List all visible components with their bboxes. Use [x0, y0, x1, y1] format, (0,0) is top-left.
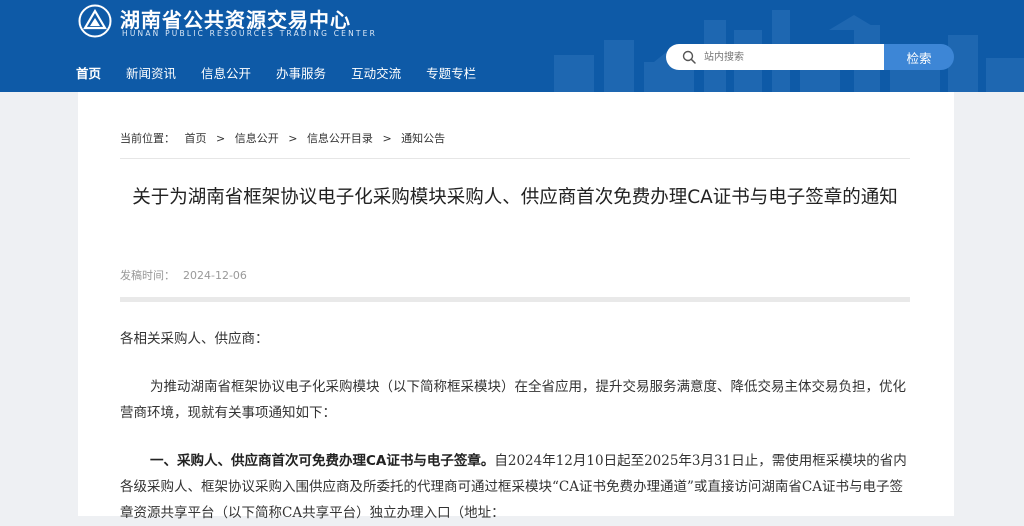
publish-date: 发稿时间： 2024-12-06 — [120, 267, 247, 283]
article-panel: 当前位置： 首页 > 信息公开 > 信息公开目录 > 通知公告 关于为湖南省框架… — [78, 92, 954, 521]
section-heading: 一、采购人、供应商首次可免费办理CA证书与电子签章。 — [150, 453, 495, 469]
nav-item-special-topics[interactable]: 专题专栏 — [426, 63, 476, 82]
search-icon — [682, 50, 696, 64]
publish-date-label: 发稿时间： — [120, 269, 175, 282]
breadcrumb-prefix: 当前位置： — [120, 132, 175, 145]
breadcrumb-item-info-disclosure[interactable]: 信息公开 — [235, 132, 279, 145]
nav-item-interaction[interactable]: 互动交流 — [351, 63, 401, 82]
breadcrumb-item-home[interactable]: 首页 — [185, 132, 207, 145]
article-section-1: 一、采购人、供应商首次可免费办理CA证书与电子签章。自2024年12月10日起至… — [120, 448, 910, 526]
article-greeting: 各相关采购人、供应商： — [120, 331, 269, 347]
nav-item-info-disclosure[interactable]: 信息公开 — [201, 63, 251, 82]
breadcrumb-separator: > — [216, 132, 226, 145]
nav-item-home[interactable]: 首页 — [76, 63, 101, 82]
divider — [120, 297, 910, 302]
search-input[interactable] — [702, 50, 876, 64]
divider — [120, 158, 910, 159]
site-header: 湖南省公共资源交易中心 HUNAN PUBLIC RESOURCES TRADI… — [0, 0, 1024, 92]
breadcrumb-item-notices[interactable]: 通知公告 — [401, 132, 445, 145]
breadcrumb-item-info-catalog[interactable]: 信息公开目录 — [307, 132, 373, 145]
main-nav: 首页 新闻资讯 信息公开 办事服务 互动交流 专题专栏 — [76, 63, 501, 82]
breadcrumb: 当前位置： 首页 > 信息公开 > 信息公开目录 > 通知公告 — [120, 130, 451, 146]
publish-date-value: 2024-12-06 — [183, 269, 247, 282]
site-subtitle: HUNAN PUBLIC RESOURCES TRADING CENTER — [122, 29, 378, 38]
breadcrumb-separator: > — [382, 132, 392, 145]
nav-item-services[interactable]: 办事服务 — [276, 63, 326, 82]
site-logo-icon — [78, 4, 112, 38]
search-button[interactable]: 检索 — [884, 44, 954, 70]
nav-item-news[interactable]: 新闻资讯 — [126, 63, 176, 82]
breadcrumb-separator: > — [288, 132, 298, 145]
article-title: 关于为湖南省框架协议电子化采购模块采购人、供应商首次免费办理CA证书与电子签章的… — [132, 187, 898, 208]
article-intro: 为推动湖南省框架协议电子化采购模块（以下简称框采模块）在全省应用，提升交易服务满… — [120, 379, 906, 421]
search-box — [666, 44, 886, 70]
